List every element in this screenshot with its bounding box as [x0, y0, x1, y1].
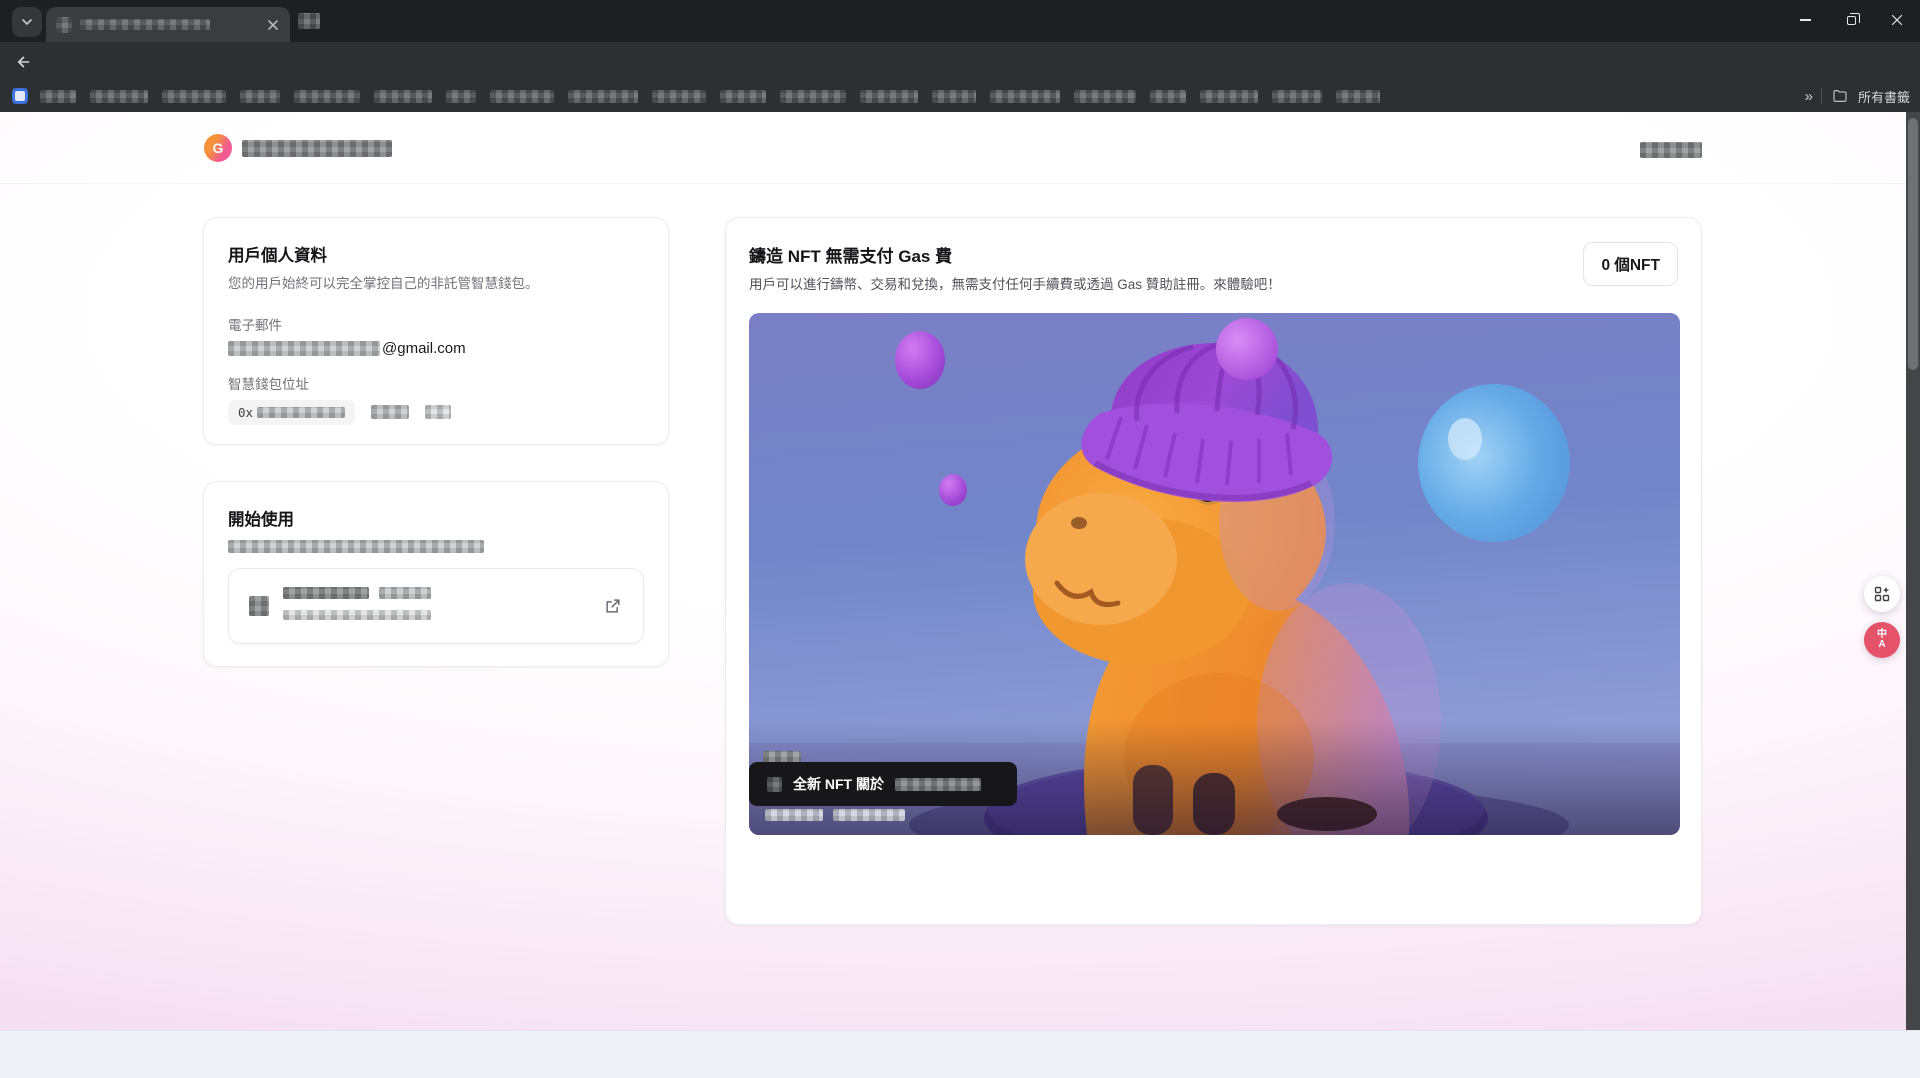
- bookmark-item-redacted[interactable]: [1336, 90, 1380, 103]
- mint-button-label: 全新 NFT 關於: [793, 774, 884, 794]
- windows-taskbar: 搜尋 n: [0, 1030, 1920, 1078]
- getting-started-link-card[interactable]: [228, 568, 644, 644]
- profile-card: 用戶個人資料 您的用戶始終可以完全掌控自己的非託管智慧錢包。 電子郵件 @gma…: [203, 217, 669, 445]
- getting-started-desc-redacted: [228, 540, 484, 553]
- bookmark-item-redacted[interactable]: [568, 90, 638, 103]
- profile-card-description: 您的用戶始終可以完全掌控自己的非託管智慧錢包。: [228, 274, 644, 294]
- bookmark-item-redacted[interactable]: [860, 90, 918, 103]
- bookmarks-bar: » 所有書籤: [0, 80, 1920, 112]
- wallet-address-redacted: [257, 407, 345, 418]
- header-menu-redacted[interactable]: [1640, 142, 1702, 158]
- back-button[interactable]: [12, 50, 36, 74]
- bookmark-item-redacted[interactable]: [40, 90, 76, 103]
- nft-count-badge: 0 個NFT: [1583, 242, 1678, 286]
- translate-widget-button[interactable]: 中A: [1864, 622, 1900, 658]
- sidebar-widget-button[interactable]: [1864, 576, 1900, 612]
- bookmark-item-redacted[interactable]: [990, 90, 1060, 103]
- minimize-button[interactable]: [1782, 0, 1828, 40]
- bookmark-item-redacted[interactable]: [294, 90, 360, 103]
- bookmark-item-redacted[interactable]: [932, 90, 976, 103]
- mint-tab-redacted: [763, 751, 801, 762]
- close-icon: [1891, 14, 1903, 26]
- bookmark-item-redacted[interactable]: [490, 90, 554, 103]
- email-domain: @gmail.com: [382, 340, 466, 357]
- getting-started-card: 開始使用: [203, 481, 669, 667]
- tab-close-icon[interactable]: [266, 18, 280, 32]
- browser-toolbar: A: [0, 42, 1920, 80]
- mint-button-suffix-redacted: [895, 778, 981, 791]
- bookmark-item-redacted[interactable]: [90, 90, 148, 103]
- bookmark-item-redacted[interactable]: [240, 90, 280, 103]
- email-user-redacted: [228, 341, 380, 356]
- brand-name-redacted: [242, 140, 392, 157]
- scrollbar-thumb[interactable]: [1908, 118, 1918, 370]
- wallet-extra-redacted: [371, 405, 409, 419]
- wallet-label: 智慧錢包位址: [228, 373, 644, 393]
- second-tab-redacted[interactable]: [298, 13, 320, 29]
- getting-started-title: 開始使用: [228, 506, 644, 530]
- all-bookmarks-folder-icon: [1832, 88, 1848, 104]
- nft-card-title: 鑄造 NFT 無需支付 Gas 費: [749, 242, 1678, 267]
- window-controls: [1782, 0, 1920, 40]
- bookmark-item-redacted[interactable]: [652, 90, 706, 103]
- bookmark-item-redacted[interactable]: [1200, 90, 1258, 103]
- hero-caption-sub-redacted: [765, 809, 823, 821]
- chevron-down-icon: [21, 16, 33, 28]
- bookmark-item-redacted[interactable]: [1074, 90, 1136, 103]
- bookmark-items-redacted[interactable]: [40, 90, 1380, 103]
- tab-favicon: [56, 17, 72, 33]
- wallet-address-pill[interactable]: 0x: [228, 400, 355, 425]
- close-button[interactable]: [1874, 0, 1920, 40]
- mint-button-icon-redacted: [767, 777, 782, 792]
- wallet-prefix: 0x: [238, 405, 253, 420]
- translate-icon: 中A: [1877, 630, 1887, 650]
- nft-card-description: 用戶可以進行鑄幣、交易和兌換，無需支付任何手續費或透過 Gas 贊助註冊。來體驗…: [749, 275, 1678, 295]
- bookmark-item-redacted[interactable]: [780, 90, 846, 103]
- bookmark-item-redacted[interactable]: [374, 90, 432, 103]
- restore-button[interactable]: [1828, 0, 1874, 40]
- grid-sparkle-icon: [1874, 586, 1890, 602]
- back-arrow-icon: [15, 53, 33, 71]
- wallet-extra2-redacted: [425, 405, 451, 419]
- email-value: @gmail.com: [228, 340, 644, 357]
- link-card-icon-redacted: [249, 596, 269, 616]
- external-link-icon[interactable]: [603, 596, 623, 616]
- bookmark-item-redacted[interactable]: [1150, 90, 1186, 103]
- page-header: G: [0, 112, 1920, 184]
- brand-logo[interactable]: G: [204, 134, 232, 162]
- all-bookmarks-label[interactable]: 所有書籤: [1858, 87, 1910, 106]
- web-page: G 用戶個人資料 您的用戶始終可以完全掌控自己的非託管智慧錢包。 電子郵件 @g…: [0, 112, 1920, 1030]
- tab-search-button[interactable]: [12, 7, 42, 37]
- bookmark-item-redacted[interactable]: [446, 90, 476, 103]
- profile-card-title: 用戶個人資料: [228, 242, 644, 266]
- tab-title-redacted: [80, 19, 210, 30]
- nft-card: 鑄造 NFT 無需支付 Gas 費 用戶可以進行鑄幣、交易和兌換，無需支付任何手…: [725, 217, 1702, 925]
- hero-caption-sub2-redacted: [833, 809, 905, 821]
- bookmarks-overflow-chevron[interactable]: »: [1805, 88, 1811, 105]
- bookmark-item-redacted[interactable]: [1272, 90, 1322, 103]
- bookmark-item-redacted[interactable]: [720, 90, 766, 103]
- restore-icon: [1847, 16, 1856, 25]
- page-scrollbar[interactable]: [1906, 112, 1920, 1030]
- bookmark-favicon[interactable]: [12, 88, 28, 104]
- nft-hero-image[interactable]: 智慧錢包快速入門 NFT: [749, 313, 1680, 835]
- bookmark-item-redacted[interactable]: [162, 90, 226, 103]
- screen: A: [0, 0, 1920, 1078]
- browser-tab[interactable]: [46, 7, 290, 42]
- minimize-icon: [1800, 19, 1811, 21]
- browser-titlebar: [0, 0, 1920, 42]
- bookmarks-separator: [1821, 88, 1822, 104]
- mint-nft-button[interactable]: 全新 NFT 關於: [749, 762, 1017, 806]
- email-label: 電子郵件: [228, 314, 644, 334]
